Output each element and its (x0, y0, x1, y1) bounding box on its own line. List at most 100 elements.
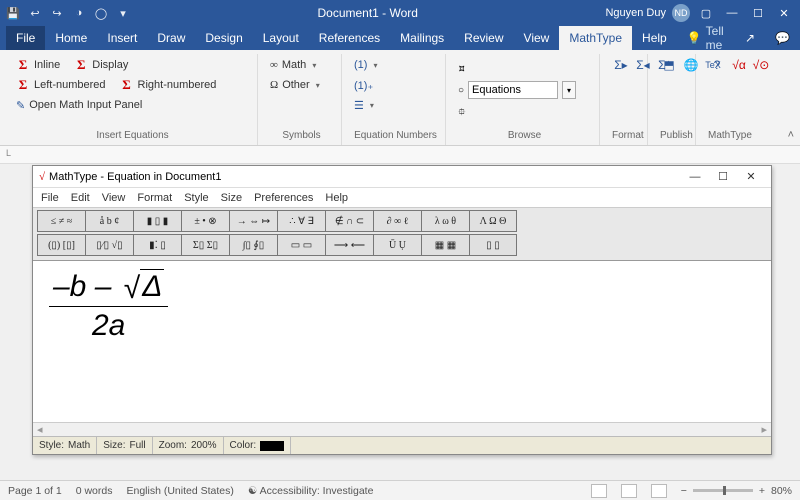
palette-subsuper[interactable]: ▮⁚ ▯ (133, 234, 181, 256)
palette-labeled-arrows[interactable]: ⟶ ⟵ (325, 234, 373, 256)
palette-misc[interactable]: ∂ ∞ ℓ (373, 210, 421, 232)
eqnum-insert-button[interactable]: (1)▾ (354, 56, 437, 74)
square-root[interactable]: Δ (120, 269, 165, 304)
display-button[interactable]: ΣDisplay (74, 56, 128, 74)
mt-menu-edit[interactable]: Edit (71, 192, 90, 204)
palette-bars[interactable]: ▭ ▭ (277, 234, 325, 256)
format-icon-1[interactable]: Σ▸ (612, 56, 630, 74)
palette-boxes[interactable]: ▯ ▯ (469, 234, 517, 256)
status-words[interactable]: 0 words (76, 485, 113, 497)
format-icon-2[interactable]: Σ◂ (634, 56, 652, 74)
browse-circle-icon[interactable]: ○ (458, 85, 464, 96)
minimize-icon[interactable]: — (722, 4, 742, 22)
palette-logic[interactable]: ∴ ∀ ∃ (277, 210, 325, 232)
color-swatch[interactable] (260, 441, 284, 451)
share-icon[interactable]: ↗ (735, 26, 765, 50)
palette-spaces[interactable]: å b ¢ (85, 210, 133, 232)
mt-close-icon[interactable]: ✕ (737, 169, 765, 185)
palette-greek-lower[interactable]: λ ω θ (421, 210, 469, 232)
left-numbered-button[interactable]: ΣLeft-numbered (16, 76, 106, 94)
qat-customize-icon[interactable]: ▾ (116, 6, 130, 20)
open-math-input-panel-button[interactable]: ✎Open Math Input Panel (16, 96, 249, 114)
tab-mathtype[interactable]: MathType (559, 26, 632, 50)
publish-icon-2[interactable]: 🌐 (682, 56, 700, 74)
maximize-icon[interactable]: ☐ (748, 4, 768, 22)
eqnum-chapter-button[interactable]: (1)₊ (354, 76, 437, 94)
palette-relations[interactable]: ≤ ≠ ≈ (37, 210, 85, 232)
user-avatar[interactable]: ND (672, 4, 690, 22)
tab-file[interactable]: File (6, 26, 45, 50)
tab-design[interactable]: Design (195, 26, 252, 50)
zoom-out-icon[interactable]: − (681, 485, 687, 497)
mt-help-icon[interactable]: ? (708, 56, 726, 74)
view-web-icon[interactable] (651, 484, 667, 498)
tab-draw[interactable]: Draw (147, 26, 195, 50)
denominator[interactable]: 2a (49, 307, 168, 343)
save-icon[interactable]: 💾 (6, 6, 20, 20)
tab-insert[interactable]: Insert (97, 26, 147, 50)
palette-greek-upper[interactable]: Λ Ω Θ (469, 210, 517, 232)
tab-tellme[interactable]: 💡Tell me (677, 26, 735, 50)
math-menu[interactable]: ∞Math▾ (270, 56, 333, 74)
palette-embellish[interactable]: ▮ ▯ ▮ (133, 210, 181, 232)
palette-arrows[interactable]: → ⇔ ↦ (229, 210, 277, 232)
view-read-icon[interactable] (591, 484, 607, 498)
tab-view[interactable]: View (514, 26, 560, 50)
tab-home[interactable]: Home (45, 26, 97, 50)
tab-references[interactable]: References (309, 26, 390, 50)
browse-input[interactable] (468, 81, 558, 99)
prev-eq-icon[interactable]: ⯏ (458, 64, 466, 75)
right-numbered-button[interactable]: ΣRight-numbered (120, 76, 217, 94)
mt-minimize-icon[interactable]: — (681, 169, 709, 185)
palette-frac-radical[interactable]: ▯⁄▯ √▯ (85, 234, 133, 256)
zoom-slider[interactable] (693, 489, 753, 492)
ribbon-display-icon[interactable]: ▢ (696, 4, 716, 22)
undo-icon[interactable]: ↩ (28, 6, 42, 20)
inline-button[interactable]: ΣInline (16, 56, 60, 74)
mathtype-hscroll[interactable]: ◂▸ (33, 422, 771, 436)
mt-web-icon[interactable]: √⊙ (752, 56, 770, 74)
mt-menu-size[interactable]: Size (221, 192, 242, 204)
tab-help[interactable]: Help (632, 26, 677, 50)
mt-maximize-icon[interactable]: ☐ (709, 169, 737, 185)
mt-menu-help[interactable]: Help (325, 192, 348, 204)
mt-pref-icon[interactable]: √α (730, 56, 748, 74)
eqnum-format-button[interactable]: ☰▾ (354, 96, 437, 114)
zoom-value[interactable]: 80% (771, 485, 792, 497)
status-language[interactable]: English (United States) (126, 485, 233, 497)
tab-review[interactable]: Review (454, 26, 513, 50)
close-icon[interactable]: ✕ (774, 4, 794, 22)
publish-icon-1[interactable]: ⬒ (660, 56, 678, 74)
equation[interactable]: –b – Δ 2a (49, 269, 755, 343)
numerator[interactable]: –b – Δ (49, 269, 168, 307)
tab-mailings[interactable]: Mailings (390, 26, 454, 50)
palette-accents[interactable]: Ū Ụ (373, 234, 421, 256)
mt-menu-preferences[interactable]: Preferences (254, 192, 313, 204)
palette-integral[interactable]: ∫▯ ∮▯ (229, 234, 277, 256)
palette-sum[interactable]: Σ▯ Σ▯ (181, 234, 229, 256)
zoom-in-icon[interactable]: + (759, 485, 765, 497)
mathtype-canvas[interactable]: –b – Δ 2a (33, 261, 771, 422)
fraction[interactable]: –b – Δ 2a (49, 269, 168, 343)
tab-layout[interactable]: Layout (253, 26, 309, 50)
palette-matrix[interactable]: ▦ ▦ (421, 234, 469, 256)
other-menu[interactable]: ΩOther▾ (270, 76, 333, 94)
status-accessibility[interactable]: ☯ Accessibility: Investigate (248, 485, 374, 497)
next-eq-icon[interactable]: ⯐ (458, 105, 466, 122)
collapse-ribbon-icon[interactable]: ˄ (788, 129, 794, 141)
browse-dropdown-icon[interactable]: ▾ (562, 81, 576, 99)
mt-menu-format[interactable]: Format (137, 192, 172, 204)
mt-menu-style[interactable]: Style (184, 192, 208, 204)
palette-operators[interactable]: ± • ⊗ (181, 210, 229, 232)
view-print-icon[interactable] (621, 484, 637, 498)
mt-menu-file[interactable]: File (41, 192, 59, 204)
mt-menu-view[interactable]: View (102, 192, 126, 204)
palette-set[interactable]: ∉ ∩ ⊂ (325, 210, 373, 232)
circle-icon[interactable]: ◯ (94, 6, 108, 20)
radicand[interactable]: Δ (140, 269, 164, 304)
palette-fences[interactable]: (▯) [▯] (37, 234, 85, 256)
status-page[interactable]: Page 1 of 1 (8, 485, 62, 497)
redo-icon[interactable]: ↪ (50, 6, 64, 20)
comments-icon[interactable]: 💬 (765, 26, 800, 50)
touch-mode-icon[interactable]: ◑ (72, 6, 86, 20)
